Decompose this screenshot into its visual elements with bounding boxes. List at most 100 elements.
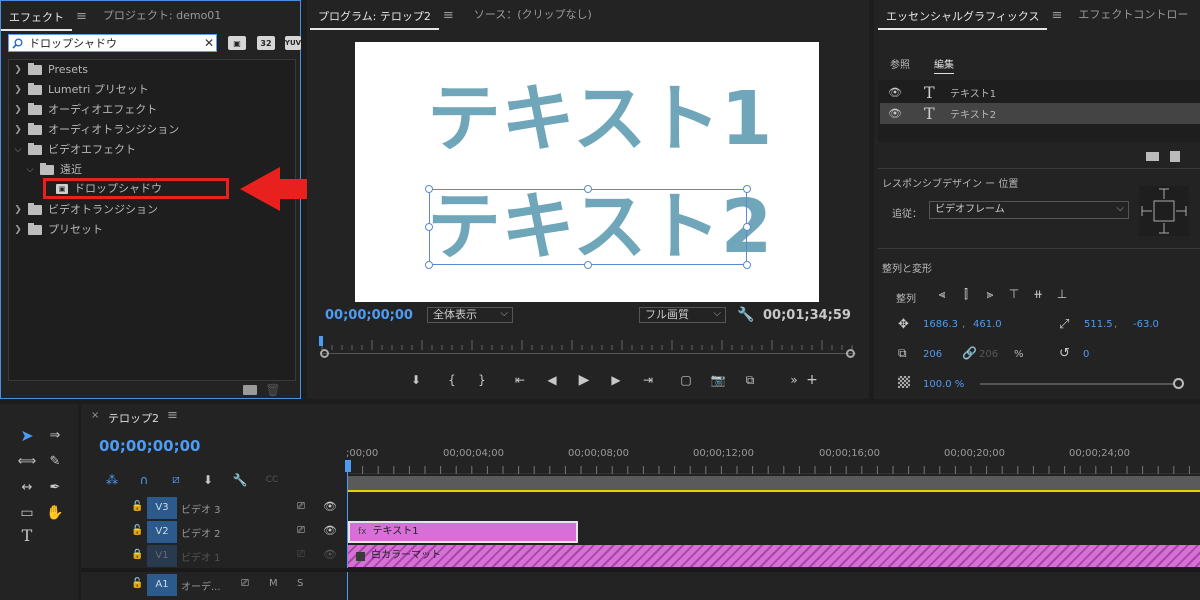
tree-item-user-presets[interactable]: ❯ プリセット bbox=[12, 220, 103, 240]
accelerated-effects-icon[interactable]: ▣ bbox=[228, 36, 246, 50]
panel-menu-icon[interactable]: ≡ bbox=[167, 408, 178, 423]
resize-handle[interactable] bbox=[743, 223, 751, 231]
more-controls-icon[interactable]: » bbox=[787, 373, 801, 387]
ripple-edit-tool-icon[interactable]: ⟺ bbox=[16, 450, 38, 472]
eye-icon[interactable]: 👁 bbox=[323, 548, 337, 561]
chevron-right-icon[interactable]: ❯ bbox=[12, 80, 24, 100]
opacity-value[interactable]: 100.0 % bbox=[923, 379, 964, 390]
tab-effects[interactable]: エフェクト bbox=[1, 5, 72, 31]
add-marker-icon[interactable]: ⬇ bbox=[407, 373, 425, 387]
new-layer-icon[interactable] bbox=[1170, 151, 1180, 162]
lock-icon[interactable]: 🔓 bbox=[131, 525, 143, 536]
timeline-playhead[interactable] bbox=[345, 460, 351, 472]
chevron-right-icon[interactable]: ❯ bbox=[12, 220, 24, 240]
resize-handle[interactable] bbox=[584, 185, 592, 193]
align-bottom-icon[interactable]: ⊥ bbox=[1054, 286, 1070, 302]
lock-icon[interactable]: 🔓 bbox=[131, 578, 143, 589]
preview-text-1[interactable]: テキスト1 bbox=[427, 79, 772, 159]
pin-to-edges-icon[interactable] bbox=[1139, 186, 1189, 236]
current-timecode[interactable]: 00;00;00;00 bbox=[325, 308, 413, 323]
tab-source[interactable]: ソース：(クリップなし) bbox=[466, 0, 600, 30]
align-center-h-icon[interactable]: ⫿ bbox=[958, 286, 974, 302]
clear-search-icon[interactable]: ✕ bbox=[202, 36, 216, 50]
play-icon[interactable]: ▶ bbox=[575, 372, 593, 388]
slip-tool-icon[interactable]: ↔ bbox=[16, 476, 38, 498]
tree-item-perspective[interactable]: ⌵ 遠近 bbox=[24, 160, 82, 180]
zoom-select[interactable]: 全体表示 bbox=[427, 307, 513, 323]
resize-handle[interactable] bbox=[743, 261, 751, 269]
new-folder-icon[interactable] bbox=[243, 385, 257, 395]
step-back-icon[interactable]: ◀ bbox=[543, 373, 561, 387]
yuv-effects-icon[interactable]: YUV bbox=[285, 36, 301, 50]
compare-view-icon[interactable]: ⧉ bbox=[741, 373, 759, 388]
align-center-v-icon[interactable]: ⧺ bbox=[1030, 286, 1046, 302]
resize-handle[interactable] bbox=[425, 223, 433, 231]
nest-icon[interactable]: ⁂ bbox=[103, 472, 121, 487]
type-tool-icon[interactable]: T bbox=[16, 524, 38, 546]
link-icon[interactable]: 🔗 bbox=[962, 346, 977, 360]
clip-color-matte[interactable]: 白カラーマット bbox=[348, 545, 1200, 567]
go-to-out-icon[interactable]: ⇥ bbox=[639, 373, 657, 387]
lock-icon[interactable]: 🔒 bbox=[131, 549, 143, 560]
lock-icon[interactable]: 🔓 bbox=[131, 501, 143, 512]
chevron-down-icon[interactable]: ⌵ bbox=[12, 140, 24, 160]
sequence-tab[interactable]: テロップ2 bbox=[108, 410, 159, 426]
track-target-v3[interactable]: V3 bbox=[147, 497, 177, 519]
opacity-slider-track[interactable] bbox=[980, 383, 1176, 385]
resize-handle[interactable] bbox=[425, 261, 433, 269]
go-to-in-icon[interactable]: ⇤ bbox=[511, 373, 529, 387]
rectangle-tool-icon[interactable]: ▭ bbox=[16, 502, 38, 524]
mark-in-icon[interactable]: { bbox=[443, 373, 461, 387]
tree-item-video-transitions[interactable]: ❯ ビデオトランジション bbox=[12, 200, 158, 220]
chevron-right-icon[interactable]: ❯ bbox=[12, 100, 24, 120]
eye-icon[interactable]: 👁 bbox=[880, 107, 910, 120]
layer-item-selected[interactable]: 👁 T テキスト2 bbox=[880, 103, 1200, 124]
linked-selection-icon[interactable]: ⧄ bbox=[167, 472, 185, 487]
snap-icon[interactable]: ∩ bbox=[135, 472, 153, 487]
resize-handle[interactable] bbox=[743, 185, 751, 193]
effects-search-input[interactable]: ドロップシャドウ ✕ bbox=[8, 34, 217, 52]
clip-text1[interactable]: fx テキスト1 bbox=[348, 521, 578, 543]
chevron-right-icon[interactable]: ❯ bbox=[12, 200, 24, 220]
scale-value[interactable]: 206 bbox=[923, 349, 942, 360]
eye-icon[interactable]: 👁 bbox=[323, 524, 337, 537]
close-sequence-icon[interactable]: × bbox=[91, 410, 99, 421]
track-target-a1[interactable]: A1 bbox=[147, 574, 177, 596]
quality-select[interactable]: フル画質 bbox=[639, 307, 726, 323]
step-forward-icon[interactable]: ▶ bbox=[607, 373, 625, 387]
chevron-right-icon[interactable]: ❯ bbox=[12, 60, 24, 80]
align-top-icon[interactable]: ⊤ bbox=[1006, 286, 1022, 302]
solo-button[interactable]: S bbox=[297, 578, 303, 589]
chevron-down-icon[interactable]: ⌵ bbox=[24, 160, 36, 180]
wrench-icon[interactable]: 🔧 bbox=[231, 472, 249, 487]
position-x-value[interactable]: 1686.3 bbox=[923, 319, 958, 330]
tree-item-audio-transitions[interactable]: ❯ オーディオトランジション bbox=[12, 120, 179, 140]
tree-item-presets[interactable]: ❯ Presets bbox=[12, 60, 88, 80]
tab-project[interactable]: プロジェクト: demo01 bbox=[95, 1, 229, 31]
rotation-value[interactable]: 0 bbox=[1083, 349, 1089, 360]
export-frame-icon[interactable]: 📷 bbox=[709, 373, 727, 387]
align-left-icon[interactable]: ⫷ bbox=[934, 286, 950, 302]
playback-ruler[interactable] bbox=[320, 336, 856, 354]
chevron-right-icon[interactable]: ❯ bbox=[12, 120, 24, 140]
pen-tool-icon[interactable]: ✒ bbox=[44, 476, 66, 498]
selection-tool-icon[interactable]: ➤ bbox=[16, 424, 38, 446]
panel-menu-icon[interactable]: ≡ bbox=[1051, 8, 1062, 23]
layer-item[interactable]: 👁 T テキスト1 bbox=[880, 82, 1200, 103]
sync-lock-icon[interactable]: ⎚ bbox=[297, 549, 305, 560]
anchor-x-value[interactable]: 511.5 bbox=[1084, 319, 1113, 330]
resize-handle[interactable] bbox=[584, 261, 592, 269]
hand-tool-icon[interactable]: ✋ bbox=[44, 502, 66, 524]
mute-button[interactable]: M bbox=[269, 578, 278, 589]
playhead[interactable] bbox=[319, 336, 323, 346]
selection-bounding-box[interactable] bbox=[429, 189, 747, 265]
panel-menu-icon[interactable]: ≡ bbox=[443, 8, 454, 23]
subtab-edit[interactable]: 編集 bbox=[934, 56, 954, 74]
32bit-effects-icon[interactable]: 32 bbox=[257, 36, 275, 50]
track-target-v2[interactable]: V2 bbox=[147, 521, 177, 543]
timeline-timecode[interactable]: 00;00;00;00 bbox=[99, 437, 201, 455]
add-marker-icon[interactable]: ⬇ bbox=[199, 472, 217, 487]
eye-icon[interactable]: 👁 bbox=[880, 86, 910, 99]
follow-select[interactable]: ビデオフレーム bbox=[929, 201, 1129, 219]
sync-lock-icon[interactable]: ⎚ bbox=[297, 525, 305, 536]
